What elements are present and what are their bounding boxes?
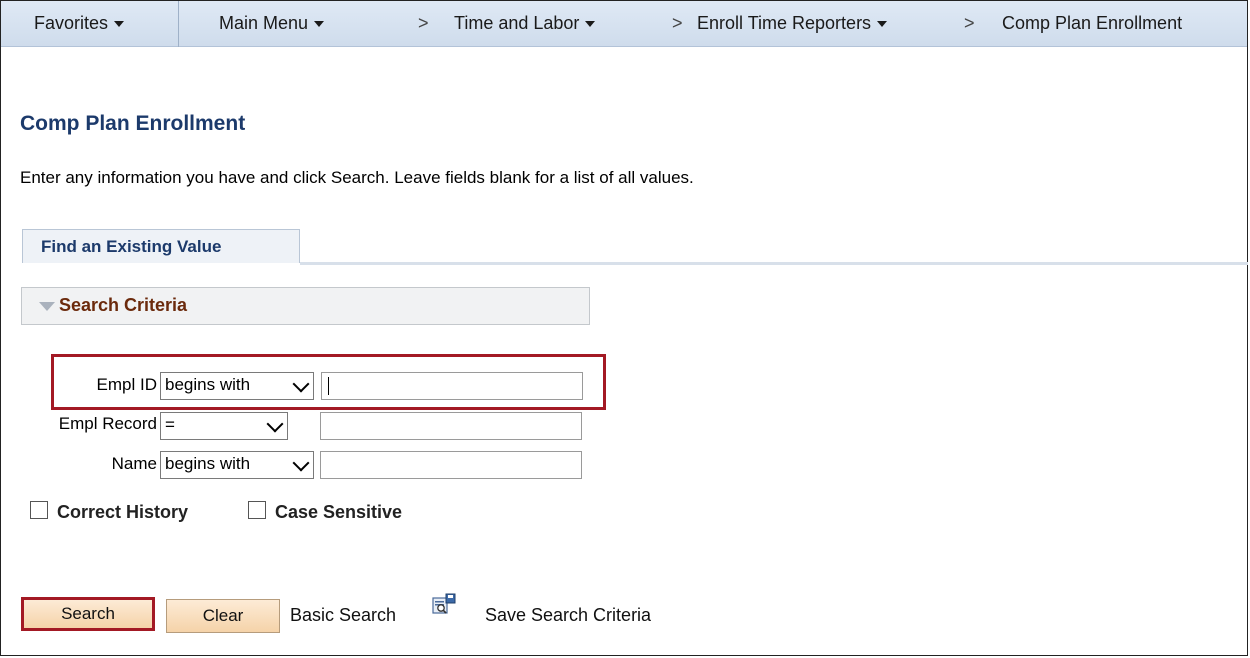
breadcrumb-separator: > xyxy=(964,13,975,33)
empl-id-label: Empl ID xyxy=(96,375,157,394)
empl-record-operator-value: = xyxy=(165,415,175,434)
empl-record-label: Empl Record xyxy=(58,414,157,433)
save-search-icon[interactable] xyxy=(432,593,456,615)
nav-divider xyxy=(178,1,179,47)
chevron-down-icon xyxy=(292,454,310,472)
name-operator-value: begins with xyxy=(165,454,251,473)
instructions-text: Enter any information you have and click… xyxy=(20,168,694,187)
caret-down-icon xyxy=(314,21,325,28)
caret-down-icon xyxy=(877,21,888,28)
name-operator-select[interactable]: begins with xyxy=(160,451,314,479)
basic-search-link[interactable]: Basic Search xyxy=(290,605,396,626)
empl-record-operator-select[interactable]: = xyxy=(160,412,288,440)
favorites-label: Favorites xyxy=(34,13,109,33)
caret-down-icon xyxy=(114,21,125,28)
case-sensitive-checkbox[interactable] xyxy=(248,501,266,519)
empl-id-operator-value: begins with xyxy=(165,375,251,394)
enroll-time-reporters-label: Enroll Time Reporters xyxy=(697,13,872,33)
empl-record-input[interactable] xyxy=(320,412,582,440)
breadcrumb-enroll-time-reporters[interactable]: Enroll Time Reporters xyxy=(697,13,888,34)
search-criteria-label: Search Criteria xyxy=(59,295,188,315)
time-and-labor-label: Time and Labor xyxy=(454,13,580,33)
page-title: Comp Plan Enrollment xyxy=(20,112,246,135)
tab-find-existing-value[interactable]: Find an Existing Value xyxy=(22,229,300,263)
correct-history-checkbox[interactable] xyxy=(30,501,48,519)
case-sensitive-label: Case Sensitive xyxy=(275,502,403,522)
correct-history-label: Correct History xyxy=(57,502,189,522)
caret-down-icon xyxy=(585,21,596,28)
empl-id-input[interactable] xyxy=(321,372,583,400)
main-menu-label: Main Menu xyxy=(219,13,309,33)
clear-button[interactable]: Clear xyxy=(166,599,280,633)
name-label: Name xyxy=(111,454,157,473)
tab-underline xyxy=(300,262,1248,265)
text-cursor xyxy=(328,377,329,395)
breadcrumb-separator: > xyxy=(418,13,429,33)
window-frame xyxy=(0,0,1248,656)
main-menu[interactable]: Main Menu xyxy=(219,13,325,34)
breadcrumb-separator: > xyxy=(672,13,683,33)
top-navigation-bar: Favorites Main Menu > Time and Labor > E… xyxy=(1,1,1247,47)
breadcrumb-comp-plan-enrollment[interactable]: Comp Plan Enrollment xyxy=(1002,13,1182,34)
name-input[interactable] xyxy=(320,451,582,479)
search-criteria-header[interactable]: Search Criteria xyxy=(21,287,590,325)
chevron-down-icon xyxy=(292,375,310,393)
favorites-menu[interactable]: Favorites xyxy=(34,13,125,34)
breadcrumb-time-and-labor[interactable]: Time and Labor xyxy=(454,13,596,34)
chevron-down-icon xyxy=(266,415,284,433)
collapse-triangle-icon[interactable] xyxy=(39,302,55,311)
search-button[interactable]: Search xyxy=(21,597,155,631)
save-search-criteria-link[interactable]: Save Search Criteria xyxy=(485,605,651,626)
empl-id-operator-select[interactable]: begins with xyxy=(160,372,314,400)
